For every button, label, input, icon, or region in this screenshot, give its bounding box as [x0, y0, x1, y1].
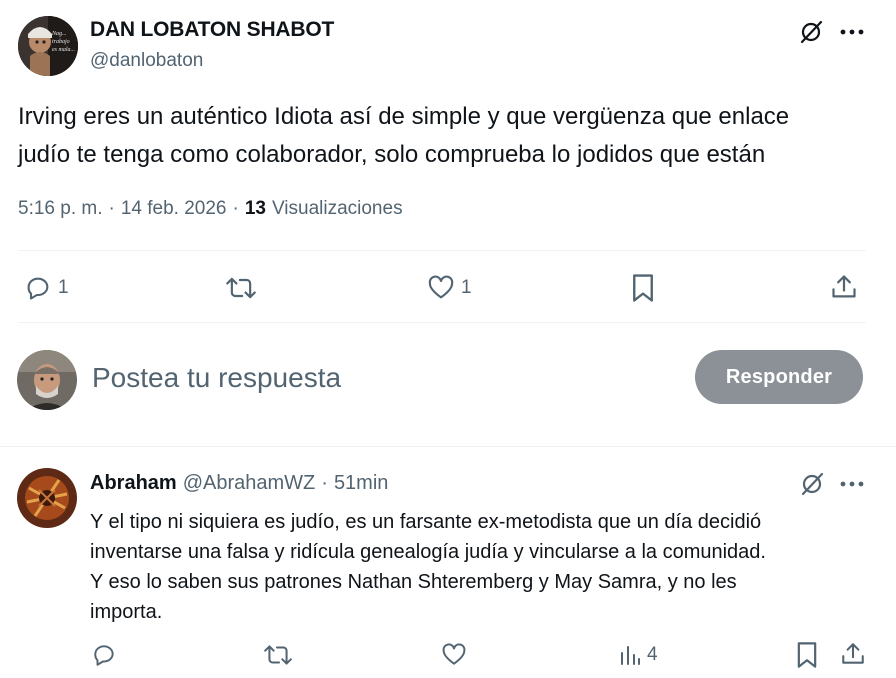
more-icon[interactable] — [840, 28, 864, 36]
meta-separator: · — [232, 198, 239, 219]
retweet-action[interactable] — [225, 274, 257, 302]
tweet-time[interactable]: 5:16 p. m. — [18, 198, 103, 220]
like-action[interactable]: 1 — [427, 274, 472, 302]
section-divider — [0, 446, 896, 447]
reply-text: Y el tipo ni siquiera es judío, es un fa… — [90, 507, 766, 627]
reply-text-line: inventarse una falsa y ridícula genealog… — [90, 541, 766, 563]
meta-separator: · — [321, 472, 328, 494]
tweet-text-line: Irving eres un auténtico Idiota así de s… — [18, 103, 790, 130]
bookmark-icon[interactable] — [795, 641, 819, 669]
share-icon[interactable] — [830, 273, 858, 301]
reply-text-line: Y eso lo saben sus patrones Nathan Shter… — [90, 571, 737, 593]
reply-button[interactable]: Responder — [695, 350, 863, 404]
views-count: 4 — [647, 644, 658, 665]
share-icon[interactable] — [840, 641, 866, 667]
tweet-text: Irving eres un auténtico Idiota así de s… — [18, 98, 789, 174]
reply-text-line: importa. — [90, 601, 163, 623]
reply-author-handle[interactable]: @AbrahamWZ — [183, 472, 316, 495]
reply-author-name[interactable]: Abraham — [90, 472, 177, 495]
reply-time[interactable]: 51min — [334, 472, 388, 495]
grok-icon[interactable] — [799, 471, 825, 497]
author-avatar[interactable]: Nag... trabajo es mala... — [18, 16, 78, 76]
tweet-date[interactable]: 14 feb. 2026 — [121, 198, 227, 220]
reply-icon[interactable] — [24, 274, 52, 302]
author-name[interactable]: DAN LOBATON SHABOT — [90, 18, 334, 42]
bookmark-icon[interactable] — [630, 273, 656, 303]
like-icon[interactable] — [441, 642, 467, 668]
reply-count: 1 — [58, 277, 69, 298]
meta-separator: · — [108, 198, 115, 219]
more-icon[interactable] — [840, 480, 864, 488]
reply-text-line: Y el tipo ni siquiera es judío, es un fa… — [90, 511, 762, 533]
author-handle[interactable]: @danlobaton — [90, 50, 203, 72]
retweet-icon[interactable] — [263, 642, 293, 668]
reply-author-avatar[interactable] — [17, 468, 77, 528]
like-icon[interactable] — [427, 274, 455, 302]
reply-action[interactable]: 1 — [24, 274, 69, 302]
reply-input[interactable]: Postea tu respuesta — [92, 360, 652, 400]
avatar-overlay-text: Nag... trabajo es mala... — [52, 31, 75, 53]
like-count: 1 — [461, 277, 472, 298]
reply-icon[interactable] — [91, 642, 117, 668]
tweet-meta: 5:16 p. m. · 14 feb. 2026 · 13 Visualiza… — [18, 198, 403, 220]
views-label: Visualizaciones — [271, 198, 403, 219]
reply-header: Abraham @AbrahamWZ · 51min — [90, 472, 388, 495]
views-icon[interactable] — [619, 644, 641, 666]
divider — [18, 322, 866, 323]
divider — [18, 250, 866, 251]
views-action[interactable]: 4 — [619, 644, 658, 666]
grok-icon[interactable] — [798, 19, 824, 45]
tweet-text-line: judío te tenga como colaborador, solo co… — [18, 141, 766, 168]
views-count: 13 — [244, 198, 266, 219]
user-avatar[interactable] — [17, 350, 77, 410]
retweet-icon[interactable] — [225, 274, 257, 302]
